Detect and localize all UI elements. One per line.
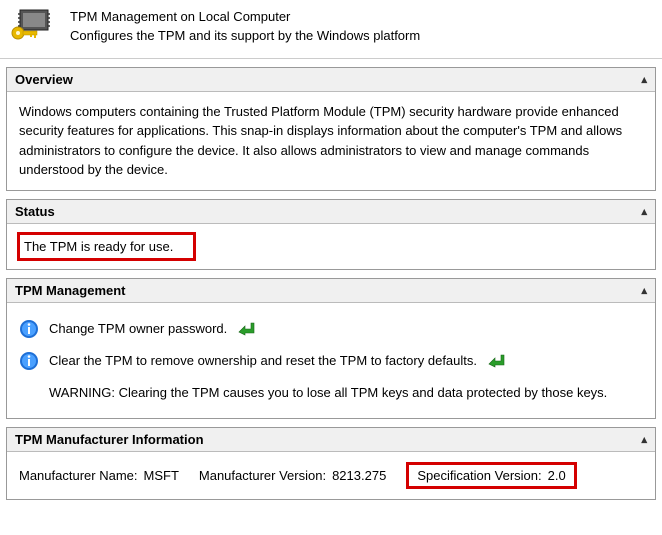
action-arrow-icon xyxy=(487,354,505,368)
overview-title: Overview xyxy=(15,72,73,87)
manufacturer-name-value: MSFT xyxy=(144,468,179,483)
status-header[interactable]: Status ▴ xyxy=(7,200,655,224)
header-subtitle: Configures the TPM and its support by th… xyxy=(70,27,420,46)
overview-body: Windows computers containing the Trusted… xyxy=(7,92,655,190)
info-icon xyxy=(19,319,39,339)
collapse-arrow-icon: ▴ xyxy=(641,73,647,86)
status-title: Status xyxy=(15,204,55,219)
clear-tpm-label: Clear the TPM to remove ownership and re… xyxy=(49,351,477,371)
header-title: TPM Management on Local Computer xyxy=(70,8,420,27)
warning-text: WARNING: Clearing the TPM causes you to … xyxy=(19,377,643,409)
overview-header[interactable]: Overview ▴ xyxy=(7,68,655,92)
collapse-arrow-icon: ▴ xyxy=(641,433,647,446)
status-panel: Status ▴ The TPM is ready for use. xyxy=(6,199,656,270)
manufacturer-version-group: Manufacturer Version: 8213.275 xyxy=(199,468,386,483)
specification-version-label: Specification Version: xyxy=(417,468,541,483)
info-icon xyxy=(19,351,39,371)
tpm-chip-key-icon xyxy=(10,8,58,44)
console-header: TPM Management on Local Computer Configu… xyxy=(0,0,662,59)
tpm-management-header[interactable]: TPM Management ▴ xyxy=(7,279,655,303)
status-text: The TPM is ready for use. xyxy=(17,232,196,261)
action-arrow-icon xyxy=(237,322,255,336)
overview-panel: Overview ▴ Windows computers containing … xyxy=(6,67,656,191)
collapse-arrow-icon: ▴ xyxy=(641,284,647,297)
change-password-row[interactable]: Change TPM owner password. xyxy=(19,313,643,345)
manufacturer-version-label: Manufacturer Version: xyxy=(199,468,326,483)
clear-tpm-row[interactable]: Clear the TPM to remove ownership and re… xyxy=(19,345,643,377)
manufacturer-version-value: 8213.275 xyxy=(332,468,386,483)
change-password-label: Change TPM owner password. xyxy=(49,319,227,339)
tpm-management-panel: TPM Management ▴ Change TPM owner passwo… xyxy=(6,278,656,420)
manufacturer-panel: TPM Manufacturer Information ▴ Manufactu… xyxy=(6,427,656,500)
manufacturer-title: TPM Manufacturer Information xyxy=(15,432,204,447)
specification-version-group: Specification Version: 2.0 xyxy=(406,462,576,489)
manufacturer-name-group: Manufacturer Name: MSFT xyxy=(19,468,179,483)
tpm-management-title: TPM Management xyxy=(15,283,126,298)
specification-version-value: 2.0 xyxy=(548,468,566,483)
manufacturer-name-label: Manufacturer Name: xyxy=(19,468,138,483)
manufacturer-header[interactable]: TPM Manufacturer Information ▴ xyxy=(7,428,655,452)
collapse-arrow-icon: ▴ xyxy=(641,205,647,218)
